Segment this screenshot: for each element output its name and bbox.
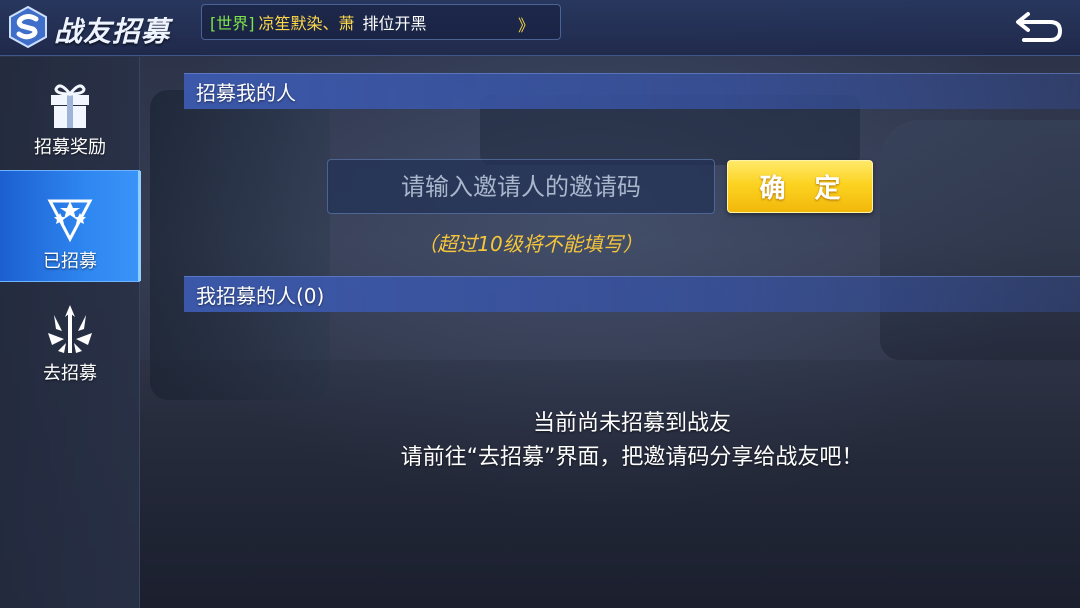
sidebar-item-label: 招募奖励 [34,137,106,158]
empty-state-title: 当前尚未招募到战友 [532,411,731,436]
ticker-message: 排位开黑 [362,14,427,33]
confirm-button[interactable]: 确 定 [727,160,873,213]
sidebar-item-label: 去招募 [43,363,97,384]
section-header-recruiter: 招募我的人 [184,73,1080,109]
crest-icon [48,305,92,353]
background-machinery-right [880,120,1080,360]
page-title: 战友招募 [54,15,171,48]
invite-code-input[interactable] [327,159,715,214]
stars-icon [47,199,93,243]
background-floor [140,360,1080,608]
return-arrow-icon[interactable] [1014,8,1064,46]
ticker-channel: [世界] [210,14,255,33]
gift-icon [51,84,89,128]
ticker-sender: 凉笙默染、萧 [258,14,355,33]
top-bar: 战友招募 [世界] 凉笙默染、萧 排位开黑 》 [0,0,1080,56]
world-chat-ticker[interactable]: [世界] 凉笙默染、萧 排位开黑 》 [201,4,561,40]
background-machinery-left [150,90,330,400]
sidebar-item-rewards[interactable]: 招募奖励 [0,57,140,169]
sidebar: 招募奖励 已招募 去招募 [0,57,141,608]
ticker-expand-icon[interactable]: 》 [518,12,534,36]
sidebar-item-recruited[interactable]: 已招募 [0,170,141,282]
section-header-my-recruits: 我招募的人(0) [184,276,1080,312]
empty-state-instruction: 请前往“去招募”界面，把邀请码分享给战友吧！ [400,445,864,470]
sidebar-item-go-recruit[interactable]: 去招募 [0,283,140,395]
s-logo-icon [9,6,47,48]
level-limit-hint: （超过10级将不能填写） [417,232,643,256]
sidebar-item-label: 已招募 [43,251,97,272]
